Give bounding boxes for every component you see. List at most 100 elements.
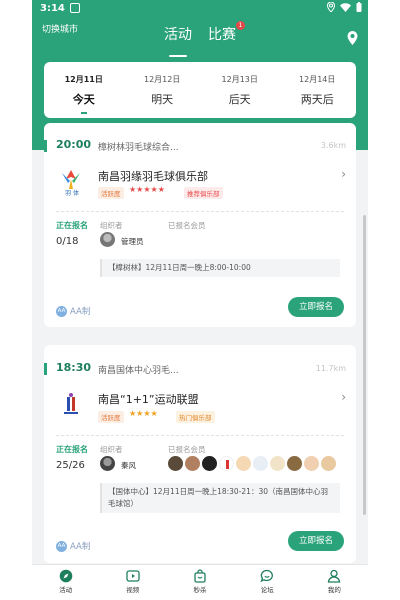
activity-tag: 活跃度 xyxy=(98,411,124,423)
tab-bar-item-flash-sale[interactable]: 秒杀 xyxy=(166,565,233,600)
divider xyxy=(56,435,344,436)
tab-bar-label: 秒杀 xyxy=(193,586,207,594)
member-avatar[interactable] xyxy=(219,456,234,471)
member-avatar[interactable] xyxy=(304,456,319,471)
date-tab-today[interactable]: 12月11日 今天 xyxy=(64,74,103,114)
weekday-label: 后天 xyxy=(228,92,251,106)
wifi-icon xyxy=(340,2,351,15)
members-label: 已报名会员 xyxy=(168,221,206,230)
activity-tag: 活跃度 xyxy=(98,187,124,199)
club-name[interactable]: 南昌羽缘羽毛球俱乐部 xyxy=(98,168,208,184)
avatar[interactable] xyxy=(100,232,115,247)
member-avatar[interactable] xyxy=(253,456,268,471)
date-label: 12月12日 xyxy=(144,74,181,84)
event-time: 18:30 xyxy=(56,361,92,374)
tab-bar-label: 活动 xyxy=(59,586,73,594)
event-time: 20:00 xyxy=(56,138,92,151)
chevron-right-icon[interactable]: › xyxy=(341,390,346,404)
weekday-label: 两天后 xyxy=(300,92,334,106)
member-avatar[interactable] xyxy=(270,456,285,471)
event-venue: 樟树林羽毛球综合... xyxy=(98,143,179,153)
event-venue: 南昌国体中心羽毛... xyxy=(98,366,179,376)
status-time: 3:14 xyxy=(40,3,65,14)
aa-icon: AA xyxy=(56,305,67,317)
payment-type-label: AA制 xyxy=(70,542,91,552)
member-avatar[interactable] xyxy=(202,456,217,471)
rating-stars: ★★★★★ xyxy=(129,185,165,194)
member-avatar[interactable] xyxy=(321,456,336,471)
app-screen: 3:14 切换城市 活动 比赛 1 12月11日 今天 12月12日 明天 12… xyxy=(32,0,368,600)
hot-club-tag: 热门俱乐部 xyxy=(176,411,215,423)
avatar[interactable] xyxy=(100,456,115,471)
scrollbar[interactable] xyxy=(363,215,366,515)
tab-bar-item-video[interactable]: 视频 xyxy=(99,565,166,600)
battery-icon xyxy=(356,2,362,15)
member-avatar[interactable] xyxy=(287,456,302,471)
aa-icon: AA xyxy=(56,540,67,552)
video-icon xyxy=(126,570,140,582)
signup-status: 正在报名 xyxy=(56,445,88,454)
event-distance: 3.6km xyxy=(320,141,346,150)
member-avatar[interactable] xyxy=(168,456,183,471)
club-name[interactable]: 南昌“1+1”运动联盟 xyxy=(98,391,199,407)
tab-activities-label: 活动 xyxy=(164,27,192,43)
member-avatars xyxy=(168,456,336,471)
tab-bar-item-me[interactable]: 我的 xyxy=(301,565,368,600)
event-distance: 11.7km xyxy=(315,364,346,373)
date-label: 12月14日 xyxy=(299,74,336,84)
event-note: 【樟树林】12月11日周一晚上8:00-10:00 xyxy=(100,259,340,277)
date-tab-day-after[interactable]: 12月13日 后天 xyxy=(222,74,258,107)
notification-icon xyxy=(70,3,80,13)
tab-bar-item-forum[interactable]: 论坛 xyxy=(234,565,301,600)
tab-matches[interactable]: 比赛 1 xyxy=(206,21,245,54)
date-tab-tomorrow[interactable]: 12月12日 明天 xyxy=(144,74,180,107)
tab-bar-label: 视频 xyxy=(126,586,140,594)
weekday-label: 今天 xyxy=(72,92,95,106)
member-avatar[interactable] xyxy=(236,456,251,471)
club-logo xyxy=(56,391,86,421)
top-tabs: 活动 比赛 1 xyxy=(32,21,368,57)
participant-count: 0/18 xyxy=(56,236,79,247)
payment-type: AA AA制 xyxy=(56,540,90,552)
member-avatar[interactable] xyxy=(185,456,200,471)
chevron-right-icon[interactable]: › xyxy=(341,167,346,181)
date-selector: 12月11日 今天 12月12日 明天 12月13日 后天 12月14日 两天后 xyxy=(44,62,356,118)
organizer-label: 组织者 xyxy=(100,221,123,230)
location-pin-icon[interactable] xyxy=(347,30,358,49)
location-status-icon xyxy=(326,1,336,15)
compass-icon xyxy=(59,569,72,583)
bottom-tab-bar: 活动 视频 秒杀 论坛 我的 xyxy=(32,564,368,600)
date-label: 12月11日 xyxy=(64,74,103,84)
timeline-marker xyxy=(44,363,47,375)
organizer-label: 组织者 xyxy=(100,445,123,454)
tab-matches-label: 比赛 xyxy=(208,27,236,43)
event-card[interactable]: 18:30 南昌国体中心羽毛... 11.7km 南昌“1+1”运动联盟 › 活… xyxy=(44,345,356,563)
recommended-tag: 推荐俱乐部 xyxy=(184,187,223,199)
signup-button[interactable]: 立即报名 xyxy=(288,297,344,317)
notification-badge: 1 xyxy=(236,21,245,30)
organizer-name: 管理员 xyxy=(121,237,144,246)
organizer-name: 秦风 xyxy=(121,461,136,470)
user-icon xyxy=(328,569,341,583)
tab-activities[interactable]: 活动 xyxy=(162,24,194,57)
date-label: 12月13日 xyxy=(221,74,258,84)
tab-bar-label: 我的 xyxy=(327,586,341,594)
date-tab-two-days-later[interactable]: 12月14日 两天后 xyxy=(299,74,335,107)
event-card[interactable]: 20:00 樟树林羽毛球综合... 3.6km 羽 体 南昌羽缘羽毛球俱乐部 ›… xyxy=(44,123,356,327)
divider xyxy=(56,211,344,212)
participant-count: 25/26 xyxy=(56,460,85,471)
chat-icon xyxy=(260,569,274,583)
club-logo: 羽 体 xyxy=(56,167,86,197)
signup-button[interactable]: 立即报名 xyxy=(288,531,344,551)
timeline-marker xyxy=(44,140,47,152)
club-logo-text: 羽 体 xyxy=(65,190,79,197)
members-label: 已报名会员 xyxy=(168,445,206,454)
payment-type-label: AA制 xyxy=(70,307,91,317)
tab-bar-item-activities[interactable]: 活动 xyxy=(32,565,99,600)
weekday-label: 明天 xyxy=(151,92,174,106)
event-note: 【国体中心】12月11日周一晚上18:30-21：30（南昌国体中心羽毛球馆） xyxy=(100,483,340,513)
rating-stars: ★★★★ xyxy=(129,409,158,418)
tab-bar-label: 论坛 xyxy=(260,586,274,594)
payment-type: AA AA制 xyxy=(56,305,90,317)
signup-status: 正在报名 xyxy=(56,221,88,230)
